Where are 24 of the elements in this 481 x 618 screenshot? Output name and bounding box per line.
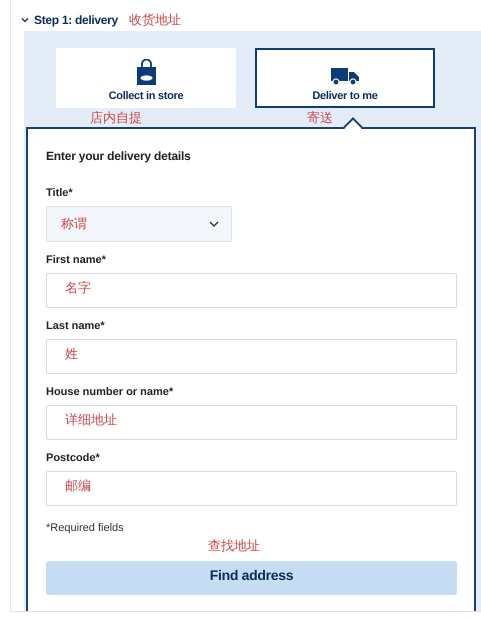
find-address-button[interactable]: Find address <box>46 561 457 595</box>
delivery-option[interactable]: Collect in store <box>56 48 236 108</box>
input-field[interactable]: 姓 <box>46 339 457 374</box>
annotation-text: 寄送 <box>307 109 333 127</box>
field-label: Postcode* <box>46 452 101 464</box>
chevron-down-icon <box>209 221 219 227</box>
annotation-text: 查找地址 <box>208 537 261 555</box>
field-label: Last name* <box>46 320 106 332</box>
delivery-option[interactable]: Deliver to me <box>255 48 435 108</box>
input-field[interactable]: 邮编 <box>46 471 457 506</box>
shopping-bag-icon <box>136 59 156 86</box>
annotation-text: 收货地址 <box>128 11 181 29</box>
field-label: Title* <box>46 187 74 199</box>
field-label: House number or name* <box>46 386 174 398</box>
annotation-text: 店内自提 <box>90 109 142 127</box>
step-title: Step 1: delivery <box>34 13 118 27</box>
field-label: First name* <box>46 254 107 266</box>
input-field[interactable]: 名字 <box>46 273 457 308</box>
chevron-icon[interactable] <box>21 17 29 23</box>
required-note: *Required fields <box>46 522 125 534</box>
form-heading: Enter your delivery details <box>46 149 192 163</box>
truck-icon <box>330 66 360 86</box>
input-field[interactable]: 详细地址 <box>46 405 457 440</box>
title-select[interactable]: 称谓 <box>46 206 232 242</box>
